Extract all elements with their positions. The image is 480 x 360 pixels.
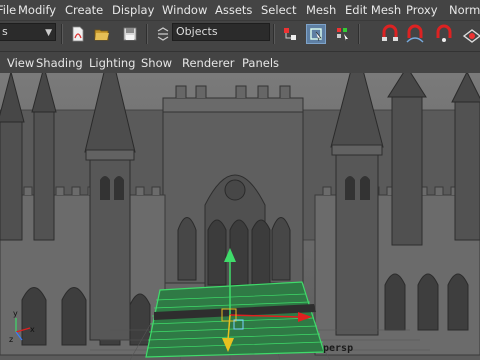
panel-menu-shading[interactable]: Shading <box>36 56 83 70</box>
menu-window[interactable]: Window <box>162 3 207 17</box>
snap-to-point-button[interactable] <box>434 24 454 44</box>
new-scene-icon <box>72 26 84 42</box>
menu-mesh[interactable]: Mesh <box>306 3 336 17</box>
menu-assets[interactable]: Assets <box>215 3 252 17</box>
menu-set-value: s <box>2 25 8 38</box>
svg-text:y: y <box>13 309 18 318</box>
select-by-hierarchy-icon <box>284 28 296 40</box>
camera-label: persp <box>323 343 354 354</box>
snap-to-plane-icon <box>462 29 480 43</box>
open-scene-button[interactable] <box>92 24 112 44</box>
snap-to-grid-icon <box>382 24 398 41</box>
new-scene-button[interactable] <box>68 24 88 44</box>
panel-menu-panels[interactable]: Panels <box>242 56 279 70</box>
snap-to-grid-button[interactable] <box>380 24 400 44</box>
chevron-down-icon: ▼ <box>45 28 52 38</box>
toolbar-separator <box>273 24 275 44</box>
menu-file[interactable]: File <box>0 3 16 17</box>
snap-to-point-icon <box>436 24 452 42</box>
select-by-hierarchy-button[interactable] <box>280 24 300 44</box>
menu-create[interactable]: Create <box>65 3 103 17</box>
snap-to-curve-icon <box>406 24 424 43</box>
open-scene-icon <box>94 29 109 41</box>
panel-menu-lighting[interactable]: Lighting <box>89 56 135 70</box>
save-scene-icon <box>123 27 137 41</box>
select-by-component-icon <box>337 28 348 41</box>
select-by-component-button[interactable] <box>333 24 353 44</box>
save-scene-button[interactable] <box>120 24 140 44</box>
toolbar-separator <box>146 24 148 44</box>
selection-mask-icon <box>157 27 169 41</box>
snap-to-curve-button[interactable] <box>405 24 425 44</box>
panel-menu-view[interactable]: View <box>7 56 34 70</box>
selection-mask-dropdown[interactable]: Objects <box>172 23 270 41</box>
toolbar-separator <box>61 24 63 44</box>
castle-scene: y x z <box>0 73 480 360</box>
svg-text:x: x <box>30 325 35 334</box>
snap-to-plane-button[interactable] <box>460 24 480 44</box>
selection-mask-button[interactable] <box>153 24 173 44</box>
menu-set-dropdown[interactable]: s ▼ <box>0 23 56 41</box>
menu-normals[interactable]: Normals <box>449 3 480 17</box>
menu-proxy[interactable]: Proxy <box>406 3 438 17</box>
svg-text:z: z <box>9 335 13 344</box>
selection-mask-value: Objects <box>176 25 218 38</box>
panel-menu-renderer[interactable]: Renderer <box>182 56 235 70</box>
toolbar-separator <box>358 24 360 44</box>
main-menu-bar: File Modify Create Display Window Assets… <box>0 0 480 20</box>
select-by-object-button[interactable] <box>306 24 326 44</box>
panel-menu-show[interactable]: Show <box>141 56 172 70</box>
menu-edit-mesh[interactable]: Edit Mesh <box>345 3 401 17</box>
viewport-panel-menu: View Shading Lighting Show Renderer Pane… <box>0 51 480 73</box>
menu-select[interactable]: Select <box>261 3 296 17</box>
menu-modify[interactable]: Modify <box>18 3 56 17</box>
select-by-object-icon <box>310 28 322 42</box>
perspective-viewport[interactable]: y x z persp <box>0 73 480 360</box>
menu-display[interactable]: Display <box>112 3 154 17</box>
